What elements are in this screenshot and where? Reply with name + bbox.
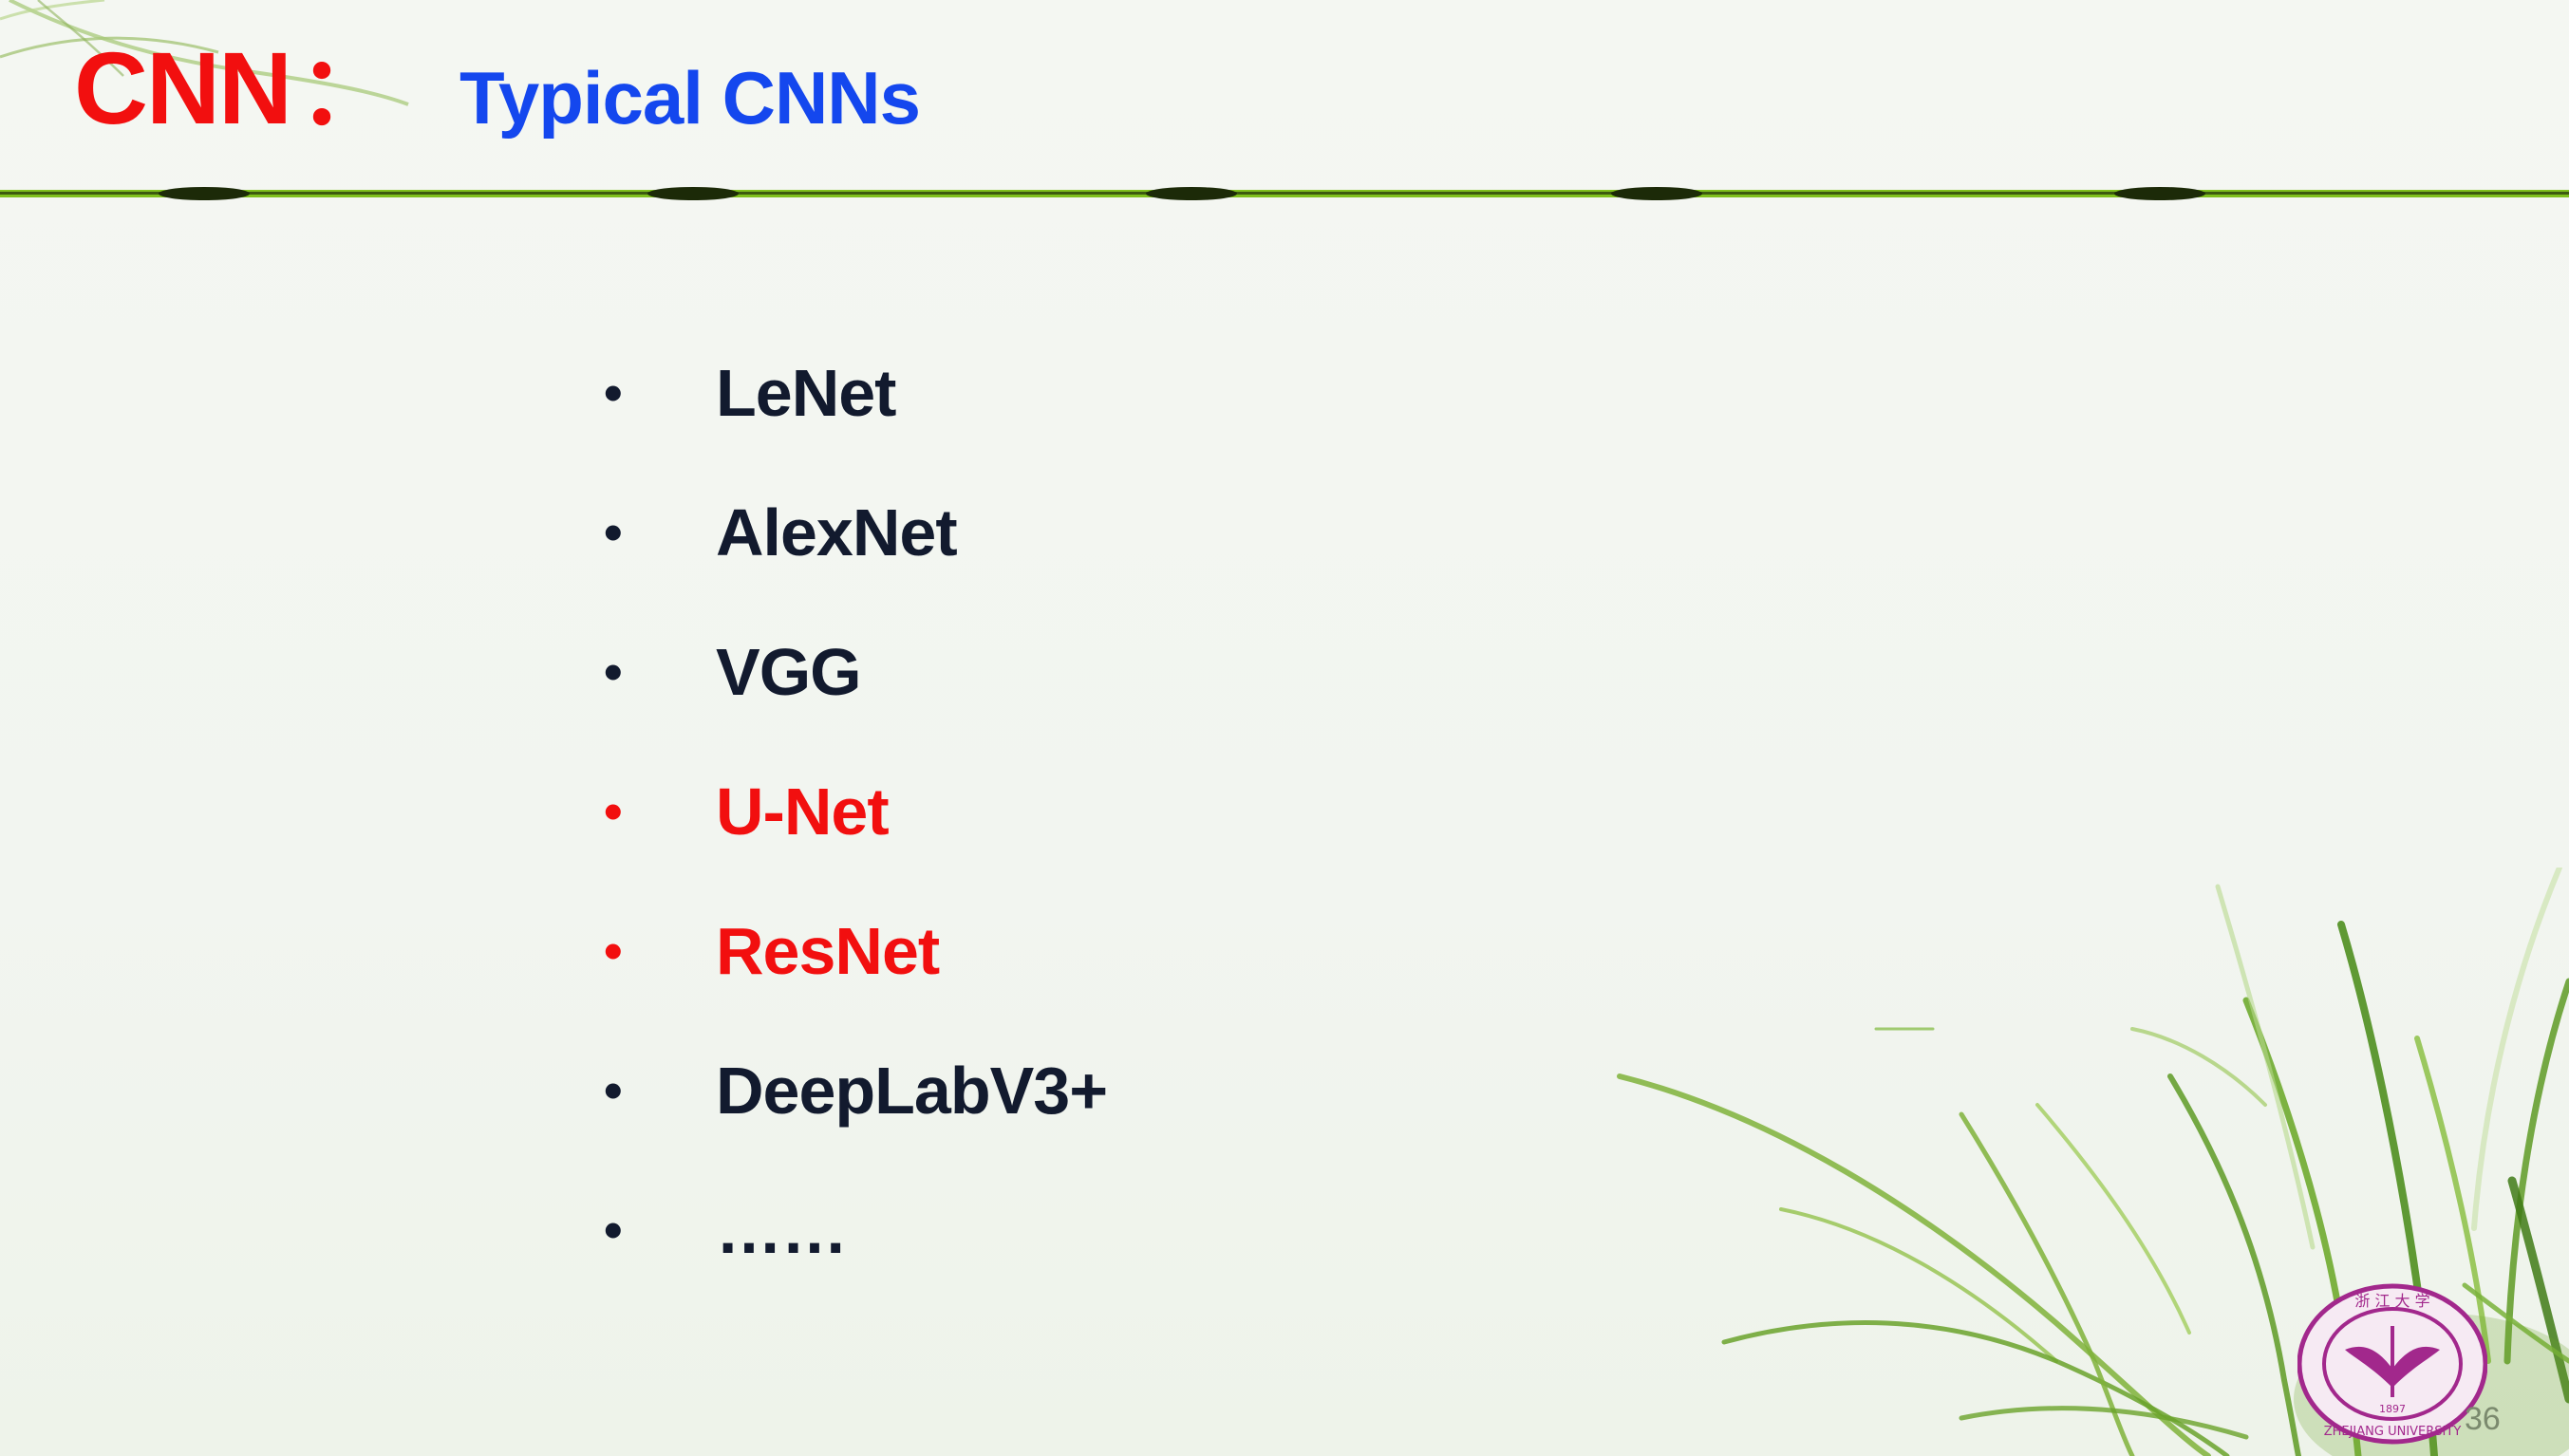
list-item: • VGG <box>604 602 1107 741</box>
title-main: CNN <box>74 30 292 145</box>
bullet-marker: • <box>604 501 623 562</box>
list-item-label: VGG <box>716 634 862 709</box>
list-item: • LeNet <box>604 323 1107 462</box>
bullet-marker: • <box>604 362 623 422</box>
page-number: 36 <box>2465 1401 2501 1437</box>
list-item-highlighted: • U-Net <box>604 741 1107 881</box>
list-item-label: AlexNet <box>716 495 958 569</box>
title-divider <box>0 187 2569 200</box>
bullet-marker: • <box>604 641 623 701</box>
title-subtitle: Typical CNNs <box>459 56 921 140</box>
list-item-label: LeNet <box>716 355 896 430</box>
bullet-marker: • <box>604 1199 623 1260</box>
slide-title: CNN ： Typical CNNs <box>74 13 921 145</box>
list-item-label: U-Net <box>716 774 890 849</box>
svg-text:ZHEJIANG UNIVERSITY: ZHEJIANG UNIVERSITY <box>2324 1425 2462 1439</box>
bullet-marker: • <box>604 1059 623 1120</box>
list-item-label: DeepLabV3+ <box>716 1053 1108 1128</box>
bullet-list: • LeNet • AlexNet • VGG • U-Net • ResNet… <box>604 323 1108 1299</box>
list-item: • DeepLabV3+ <box>604 1020 1108 1160</box>
svg-text:浙 江 大 学: 浙 江 大 学 <box>2354 1292 2429 1310</box>
university-seal-icon: 浙 江 大 学 ZHEJIANG UNIVERSITY 1897 <box>2297 1283 2487 1445</box>
bullet-marker: • <box>604 780 623 841</box>
list-item: • AlexNet <box>604 462 1107 602</box>
list-item-label: ResNet <box>716 913 940 988</box>
list-item-label: …… <box>716 1192 848 1267</box>
svg-text:1897: 1897 <box>2379 1403 2406 1415</box>
list-item-highlighted: • ResNet <box>604 881 1107 1020</box>
list-item: • …… <box>604 1160 1107 1299</box>
title-separator: ： <box>297 38 393 144</box>
slide: CNN ： Typical CNNs • LeNet • AlexNet • V… <box>0 0 2569 1456</box>
bullet-marker: • <box>604 920 623 980</box>
